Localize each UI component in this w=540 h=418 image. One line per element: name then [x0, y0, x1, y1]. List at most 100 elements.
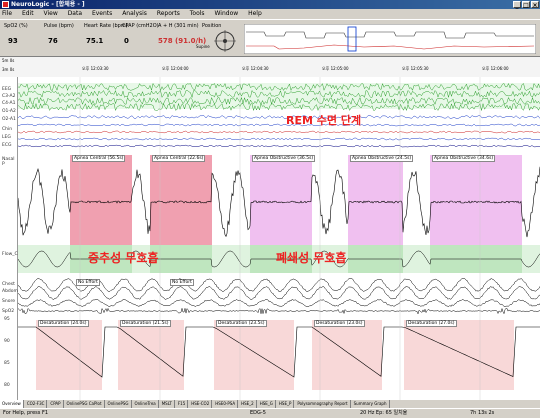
desat-label[interactable]: Desaturation (23.5s)	[216, 320, 267, 327]
time-label: 오후 12:06:00	[482, 66, 509, 71]
menu-help[interactable]: Help	[248, 10, 262, 17]
menu-file[interactable]: File	[2, 10, 12, 17]
desat-region	[214, 320, 294, 390]
signal-traces	[18, 77, 540, 400]
apnea-label[interactable]: Apnea Obstructive (24.5s)	[350, 155, 414, 162]
emg-trace	[18, 130, 540, 134]
obstructive-apnea-region	[430, 155, 522, 247]
emg-trace	[18, 115, 540, 119]
time-label: 오후 12:05:30	[402, 66, 429, 71]
channel-label: C4-A1	[2, 101, 16, 106]
spo2-tick: 90	[4, 339, 10, 344]
emg-trace	[18, 137, 540, 141]
spo2-tick: 95	[4, 317, 10, 322]
tab-f15[interactable]: F15	[176, 400, 189, 408]
obstructive-apnea-region	[250, 155, 312, 247]
report-tabs: Overview CO2-F3C CPAP OnlinePSG CaPlot Onlin…	[0, 400, 540, 408]
tab-cpap[interactable]: CPAP	[48, 400, 64, 408]
time-label: 오후 12:04:00	[162, 66, 189, 71]
obstructive-apnea-region	[348, 155, 403, 247]
tab-summary-graph[interactable]: Summary Graph	[352, 400, 390, 408]
ah-index-label: A + H (301 min)	[158, 23, 199, 29]
cpap-value: 0	[124, 37, 129, 45]
position-dial-icon	[214, 30, 236, 52]
channel-label: Chin	[2, 127, 13, 132]
time-label: 오후 12:05:00	[322, 66, 349, 71]
tab-onlinetrea[interactable]: OnlineTrea	[133, 400, 159, 408]
close-button[interactable]: ×	[531, 1, 539, 9]
ruler-window: 3m 0s	[2, 67, 15, 72]
minimize-button[interactable]: _	[513, 1, 521, 9]
apnea-label[interactable]: Apnea Central (56.5s)	[72, 155, 126, 162]
channel-label: Snore	[2, 299, 15, 304]
vitals-bar: SpO2 (%) 93 Pulse (bpm) 76 Heart Rate (b…	[0, 19, 540, 57]
tab-hse-co2[interactable]: HSE-CO2	[189, 400, 213, 408]
ruler-epoch: 5m 0s	[2, 58, 15, 63]
tab-hse-g[interactable]: HSE_G	[258, 400, 276, 408]
emg-trace	[18, 123, 540, 127]
menu-view[interactable]: View	[44, 10, 58, 17]
effort-label[interactable]: No Effort	[76, 279, 100, 286]
tab-hse-2[interactable]: HSE_2	[239, 400, 257, 408]
desat-label[interactable]: Desaturation (24.0s)	[38, 320, 89, 327]
desat-label[interactable]: Desaturation (27.0s)	[406, 320, 457, 327]
time-label: 오후 12:03:30	[82, 66, 109, 71]
pulse-value: 76	[48, 37, 58, 45]
menu-data[interactable]: Data	[68, 10, 82, 17]
desat-region	[36, 320, 102, 390]
signal-pane[interactable]: Apnea Central (56.5s) Apnea Central (22.…	[18, 77, 540, 400]
maximize-button[interactable]: □	[522, 1, 530, 9]
desat-region	[312, 320, 382, 390]
channel-label: O1-A2	[2, 109, 16, 114]
tab-mslt[interactable]: MSLT	[160, 400, 175, 408]
menu-reports[interactable]: Reports	[157, 10, 180, 17]
channel-labels: EEG C3-A2 C4-A1 O1-A2 O2-A1 Chin LEG ECG…	[0, 77, 24, 400]
effort-trace	[18, 286, 540, 300]
apnea-label[interactable]: Apnea Obstructive (34.6s)	[432, 155, 496, 162]
menu-window[interactable]: Window	[214, 10, 238, 17]
spo2-tick: 85	[4, 361, 10, 366]
obstructive-apnea-annotation: 폐쇄성 무호흡	[276, 251, 347, 265]
tab-psg-report[interactable]: Polysomnography Report	[295, 400, 351, 408]
tab-co2[interactable]: CO2-F3C	[25, 400, 48, 408]
desat-label[interactable]: Desaturation (21.5s)	[120, 320, 171, 327]
effort-trace	[18, 299, 540, 307]
overview-trend[interactable]	[244, 24, 536, 54]
cpap-label: CPAP (cmH2O)	[122, 23, 159, 29]
snore-trace	[18, 307, 540, 315]
tab-onlinepsg-caplot[interactable]: OnlinePSG CaPlot	[65, 400, 105, 408]
position-value: Supine	[196, 44, 210, 49]
channel-label: Chest	[2, 282, 15, 287]
effort-label[interactable]: No Effort	[170, 279, 194, 286]
apnea-label[interactable]: Apnea Obstructive (36.5s)	[252, 155, 316, 162]
rem-annotation: REM 수면 단계	[286, 114, 362, 127]
menu-events[interactable]: Events	[92, 10, 112, 17]
tab-overview[interactable]: Overview	[0, 400, 24, 408]
heart-rate-value: 75.1	[86, 37, 104, 45]
channel-label: EEG	[2, 87, 12, 92]
menu-bar: File Edit View Data Events Analysis Repo…	[0, 9, 540, 19]
channel-label: ECG	[2, 143, 12, 148]
title-bar: NeuroLogic - [합체용 - ] _ □ ×	[0, 0, 540, 9]
channel-label: Nasal P	[2, 157, 15, 167]
channel-label: LEG	[2, 135, 11, 140]
window-title: NeuroLogic - [합체용 - ]	[11, 1, 85, 8]
tab-onlinepsg[interactable]: OnlinePSG	[106, 400, 132, 408]
desat-label[interactable]: Desaturation (23.0s)	[314, 320, 365, 327]
spo2-tick: 80	[4, 383, 10, 388]
tab-hse0-psa[interactable]: HSE0-PSA	[213, 400, 239, 408]
central-apnea-annotation: 중추성 무호흡	[88, 251, 159, 265]
menu-tools[interactable]: Tools	[190, 10, 205, 17]
channel-label: SpO2	[2, 309, 15, 314]
app-icon	[2, 1, 9, 8]
desat-region	[404, 320, 514, 390]
menu-edit[interactable]: Edit	[22, 10, 34, 17]
desat-region	[118, 320, 184, 390]
channel-label: O2-A1	[2, 117, 16, 122]
apnea-label[interactable]: Apnea Central (22.6s)	[152, 155, 206, 162]
tab-hse-p[interactable]: HSE_P	[277, 400, 295, 408]
position-label: Position	[202, 23, 222, 29]
spo2-value: 93	[8, 37, 18, 45]
channel-label: C3-A2	[2, 94, 16, 99]
menu-analysis[interactable]: Analysis	[122, 10, 147, 17]
